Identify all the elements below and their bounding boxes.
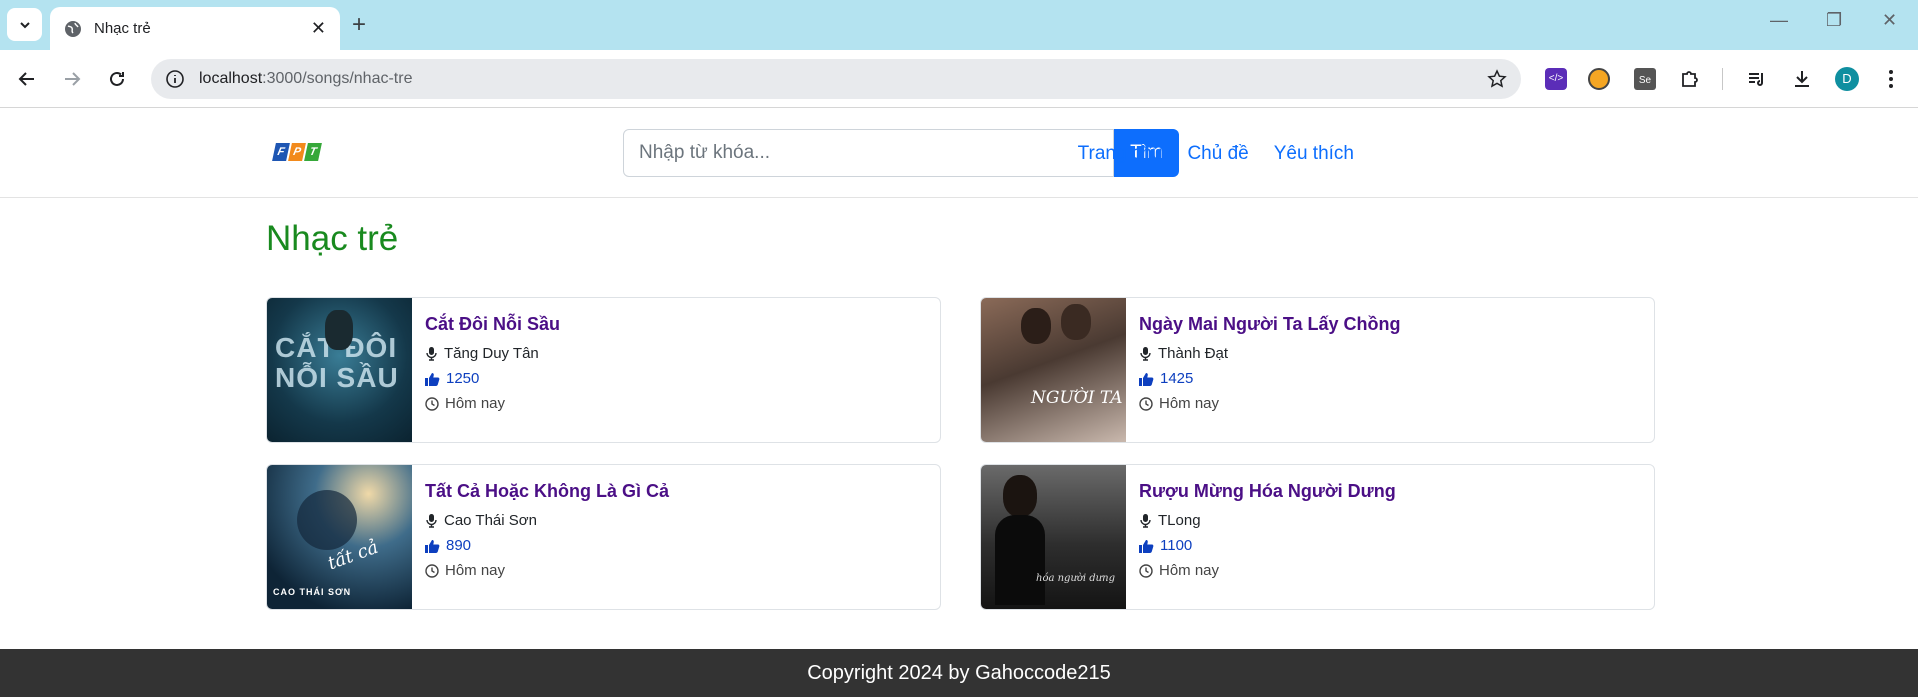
address-bar[interactable]: localhost:3000/songs/nhac-tre [151,59,1521,99]
song-cover-image[interactable]: NGƯỜI TA [981,298,1126,442]
url-text: localhost:3000/songs/nhac-tre [199,70,413,87]
profile-avatar[interactable]: D [1834,66,1860,92]
clock-icon [1139,396,1153,411]
speed-extension-icon[interactable] [1586,66,1612,92]
song-card: NGƯỜI TA Ngày Mai Người Ta Lấy Chồng Thà… [980,297,1655,443]
thumbs-up-icon [425,372,440,386]
bookmark-star-icon[interactable] [1487,69,1507,89]
microphone-icon [426,347,437,361]
fpt-logo[interactable]: F P T [272,143,322,161]
song-list: CẮT ĐÔI NỖI SẦU Cắt Đôi Nỗi Sầu Tăng Duy … [266,297,1655,610]
microphone-icon [1140,514,1151,528]
song-artist: TLong [1139,512,1396,529]
song-likes: 1425 [1139,370,1401,387]
menu-kebab-icon[interactable] [1878,66,1904,92]
site-info-icon[interactable] [165,69,185,89]
back-icon[interactable] [14,66,40,92]
restore-icon[interactable]: ❐ [1826,10,1842,31]
tab-search-button[interactable] [7,8,42,41]
close-window-icon[interactable]: ✕ [1882,10,1897,31]
main-nav: Trang chủ Chủ đề Yêu thích [1078,143,1354,165]
song-likes: 1100 [1139,537,1396,554]
nav-link-favorites[interactable]: Yêu thích [1274,143,1354,165]
browser-tabbar: Nhạc trẻ ✕ + — ❐ ✕ [0,0,1918,50]
song-time: Hôm nay [425,395,560,412]
thumbs-up-icon [1139,372,1154,386]
song-likes: 890 [425,537,669,554]
song-cover-image[interactable]: CAO THÁI SƠN tất cả [267,465,412,609]
tab-title: Nhạc trẻ [94,20,151,37]
search-input[interactable] [623,129,1114,177]
song-time: Hôm nay [425,562,669,579]
chevron-down-icon [19,21,30,28]
copyright-text: Copyright 2024 by Gahoccode215 [807,662,1111,684]
download-icon[interactable] [1789,66,1815,92]
song-time: Hôm nay [1139,395,1401,412]
close-tab-icon[interactable]: ✕ [311,18,326,39]
song-likes: 1250 [425,370,560,387]
microphone-icon [1140,347,1151,361]
browser-tab[interactable]: Nhạc trẻ ✕ [50,7,340,50]
song-artist: Thành Đạt [1139,345,1401,362]
song-cover-image[interactable]: hóa người dưng [981,465,1126,609]
clock-icon [1139,563,1153,578]
forward-icon[interactable] [59,66,85,92]
song-title-link[interactable]: Cắt Đôi Nỗi Sầu [425,314,560,335]
song-card: hóa người dưng Rượu Mừng Hóa Người Dưng … [980,464,1655,610]
microphone-icon [426,514,437,528]
globe-icon [65,20,81,37]
song-cover-image[interactable]: CẮT ĐÔI NỖI SẦU [267,298,412,442]
page-title: Nhạc trẻ [266,219,399,258]
nav-link-topics[interactable]: Chủ đề [1187,143,1248,165]
song-card: CẮT ĐÔI NỖI SẦU Cắt Đôi Nỗi Sầu Tăng Duy … [266,297,941,443]
song-artist: Tăng Duy Tân [425,345,560,362]
browser-toolbar: localhost:3000/songs/nhac-tre </> Se D [0,50,1918,108]
clock-icon [425,396,439,411]
new-tab-icon[interactable]: + [352,11,366,39]
song-artist: Cao Thái Sơn [425,512,669,529]
devtools-extension-icon[interactable]: </> [1543,66,1569,92]
extensions-puzzle-icon[interactable] [1677,66,1703,92]
clock-icon [425,563,439,578]
nav-link-home[interactable]: Trang chủ [1078,143,1163,165]
reload-icon[interactable] [104,66,130,92]
song-title-link[interactable]: Tất Cả Hoặc Không Là Gì Cả [425,481,669,502]
site-header: F P T Tìm Trang chủ Chủ đề Yêu thích [0,109,1918,198]
song-card: CAO THÁI SƠN tất cả Tất Cả Hoặc Không Là… [266,464,941,610]
thumbs-up-icon [1139,539,1154,553]
thumbs-up-icon [425,539,440,553]
selenium-extension-icon[interactable]: Se [1632,66,1658,92]
song-title-link[interactable]: Rượu Mừng Hóa Người Dưng [1139,481,1396,502]
song-time: Hôm nay [1139,562,1396,579]
media-control-icon[interactable] [1744,66,1770,92]
minimize-icon[interactable]: — [1770,10,1788,31]
song-title-link[interactable]: Ngày Mai Người Ta Lấy Chồng [1139,314,1401,335]
site-footer: Copyright 2024 by Gahoccode215 [0,649,1918,697]
